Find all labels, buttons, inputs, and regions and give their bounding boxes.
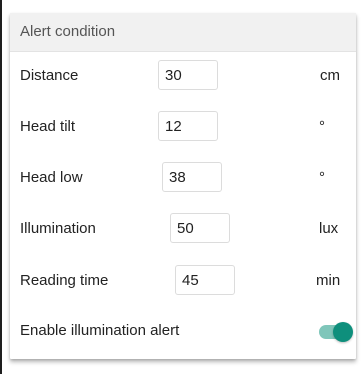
distance-label: Distance bbox=[20, 67, 79, 84]
setting-row-reading-time: Reading time min bbox=[10, 261, 356, 301]
head-low-input[interactable] bbox=[162, 162, 222, 192]
alert-condition-panel: Alert condition Distance cm Head tilt ° … bbox=[10, 13, 356, 359]
reading-time-input[interactable] bbox=[175, 265, 235, 295]
illumination-alert-label: Enable illumination alert bbox=[20, 322, 180, 339]
reading-time-label: Reading time bbox=[20, 272, 109, 289]
head-low-label: Head low bbox=[20, 169, 83, 186]
illumination-label: Illumination bbox=[20, 220, 96, 237]
toggle-thumb bbox=[333, 322, 353, 342]
setting-row-head-low: Head low ° bbox=[10, 158, 356, 198]
head-tilt-unit: ° bbox=[319, 118, 325, 135]
left-border-line bbox=[0, 0, 2, 374]
setting-row-illumination-alert: Enable illumination alert bbox=[10, 311, 356, 351]
panel-header: Alert condition bbox=[10, 13, 356, 52]
head-tilt-input[interactable] bbox=[158, 111, 218, 141]
head-tilt-label: Head tilt bbox=[20, 118, 76, 135]
illumination-alert-toggle[interactable] bbox=[319, 322, 353, 342]
setting-row-head-tilt: Head tilt ° bbox=[10, 107, 356, 147]
setting-row-distance: Distance cm bbox=[10, 56, 356, 96]
illumination-unit: lux bbox=[319, 220, 339, 237]
distance-input[interactable] bbox=[158, 60, 218, 90]
reading-time-unit: min bbox=[316, 272, 341, 289]
setting-row-illumination: Illumination lux bbox=[10, 209, 356, 249]
head-low-unit: ° bbox=[319, 169, 325, 186]
panel-title: Alert condition bbox=[20, 23, 116, 40]
illumination-input[interactable] bbox=[170, 213, 230, 243]
distance-unit: cm bbox=[320, 67, 340, 84]
